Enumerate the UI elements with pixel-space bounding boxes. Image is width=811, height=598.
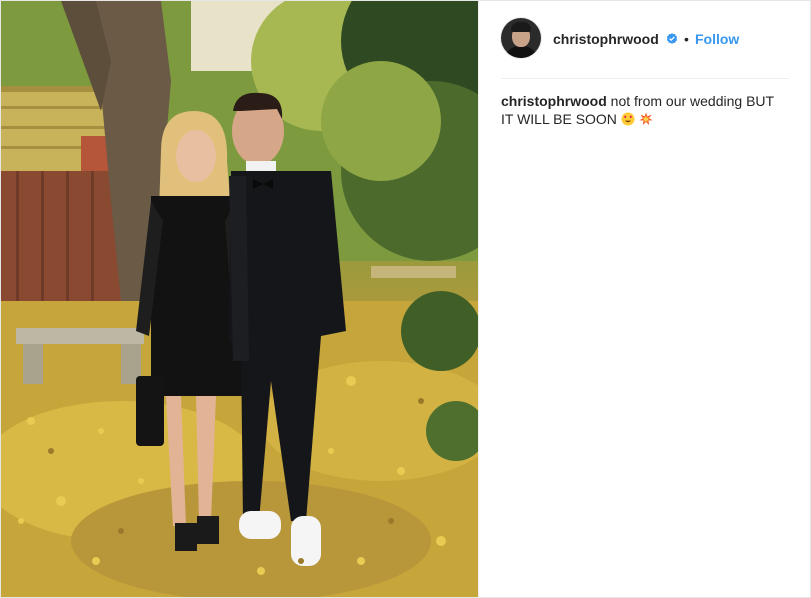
avatar-shirt [505, 46, 537, 58]
separator-dot: • [684, 31, 689, 47]
caption-username-link[interactable]: christophrwood [501, 93, 607, 109]
header-divider [501, 78, 789, 79]
instagram-post: christophrwood • Follow christophrwood n… [0, 0, 811, 598]
avatar[interactable] [501, 18, 541, 58]
post-caption: christophrwood not from our wedding BUT … [501, 92, 787, 128]
heart-eyes-emoji-icon [621, 112, 635, 126]
post-sidebar: christophrwood • Follow christophrwood n… [478, 1, 810, 597]
photo-illustration [1, 1, 478, 597]
post-photo[interactable] [1, 1, 478, 597]
collision-emoji-icon [639, 112, 653, 125]
verified-badge-icon [666, 33, 678, 44]
follow-button[interactable]: Follow [695, 31, 739, 47]
username-link[interactable]: christophrwood [553, 31, 659, 47]
avatar-hair [511, 22, 531, 32]
post-header: christophrwood • Follow [479, 1, 810, 77]
